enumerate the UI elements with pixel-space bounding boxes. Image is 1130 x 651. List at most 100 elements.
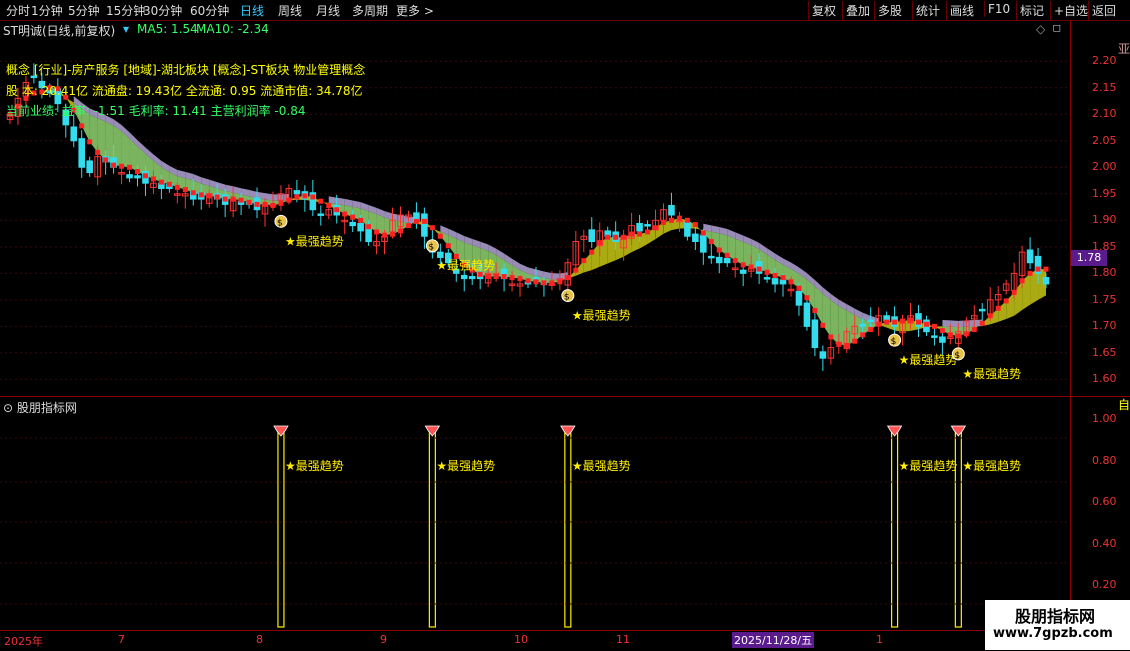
trend-dot (892, 319, 898, 325)
trend-dot (437, 233, 443, 239)
candle-body (437, 251, 444, 258)
signal-label: ★最强趋势 (962, 367, 1021, 381)
ma-band (1014, 280, 1023, 316)
trend-dot (916, 319, 922, 325)
ma-band-upper (328, 196, 337, 204)
trend-dot (222, 196, 228, 202)
trend-dot (876, 321, 882, 327)
period-tab[interactable]: 30分钟 (143, 2, 182, 19)
diamond-icon (886, 425, 903, 437)
candle-body (700, 234, 707, 253)
trend-dot (1027, 270, 1033, 276)
trend-dot (780, 275, 786, 281)
trend-dot (150, 176, 156, 182)
price-tick: 1.95 (1092, 186, 1117, 200)
trend-dot (828, 334, 834, 340)
trend-dot (947, 332, 953, 338)
period-tab[interactable]: 60分钟 (190, 2, 229, 19)
trend-dot (796, 285, 802, 291)
toolbar-button[interactable]: 叠加 (842, 1, 873, 20)
ma-band (998, 300, 1007, 322)
trend-dot (445, 243, 451, 249)
indicator-tick: 0.60 (1092, 495, 1117, 508)
trend-dot (87, 139, 93, 145)
trend-dot (820, 322, 826, 328)
trend-dot (103, 157, 109, 163)
trend-dot (246, 199, 252, 205)
toolbar-button[interactable]: +自选 (1050, 1, 1091, 20)
price-tick: 1.90 (1092, 213, 1117, 227)
period-tab[interactable]: 月线 (316, 2, 340, 19)
toolbar-button[interactable]: 复权 (808, 1, 839, 20)
candle-body (939, 336, 946, 343)
trend-dot (852, 338, 858, 344)
toolbar-button[interactable]: 标记 (1016, 1, 1047, 20)
collapse-icon[interactable]: ⊙ (3, 401, 17, 415)
period-tab[interactable]: 更多 > (396, 2, 434, 19)
trend-dot (79, 123, 85, 129)
trend-dot (605, 234, 611, 240)
candle-body (739, 269, 747, 274)
candle-body (779, 279, 787, 285)
diamond-icon (424, 425, 441, 437)
toolbar-button[interactable]: 多股 (874, 1, 905, 20)
period-tab[interactable]: 周线 (278, 2, 302, 19)
trend-dot (836, 341, 842, 347)
diamond-icon (950, 425, 967, 437)
trend-dot (668, 217, 674, 223)
trend-dot (119, 163, 125, 169)
indicator-signal-label: ★最强趋势 (572, 459, 631, 473)
candle-body (86, 160, 93, 174)
toolbar-button[interactable]: 返回 (1088, 1, 1119, 20)
indicator-name: 股朋指标网 (16, 401, 77, 415)
trend-dot (868, 327, 874, 333)
period-tab[interactable]: 日线 (240, 2, 264, 19)
trend-dot (931, 323, 937, 329)
price-tick: 2.15 (1092, 80, 1117, 94)
candle-body (468, 276, 476, 280)
period-tab[interactable]: 15分钟 (106, 2, 145, 19)
candle-body (70, 126, 78, 142)
trend-dot (708, 239, 714, 245)
pane-separator[interactable] (0, 396, 1130, 397)
side-panel-text[interactable]: 亚 (1118, 40, 1130, 57)
trend-dot (270, 202, 276, 208)
money-bag-glyph: $ (428, 243, 434, 253)
cursor-date: 2025/11/28/五 (732, 632, 815, 648)
date-tick: 10 (514, 633, 528, 646)
indicator-signal-label: ★最强趋势 (899, 459, 958, 473)
period-tab[interactable]: 多周期 (352, 2, 388, 19)
toolbar-button[interactable]: 画线 (946, 1, 977, 20)
trend-dot (286, 197, 292, 203)
trend-dot (581, 258, 587, 264)
trend-dot (621, 234, 627, 240)
trend-dot (158, 179, 164, 185)
trend-dot (358, 217, 364, 223)
indicator-title[interactable]: ⊙ 股朋指标网 (3, 399, 77, 416)
toolbar-button[interactable]: 统计 (912, 1, 943, 20)
trend-dot (95, 149, 101, 155)
trend-dot (190, 190, 196, 196)
price-tick: 1.70 (1092, 319, 1117, 333)
price-tick: 2.05 (1092, 133, 1117, 147)
date-tick: 7 (118, 633, 125, 646)
candle-body (134, 175, 141, 179)
candle-body (588, 229, 596, 243)
trend-dot (812, 307, 818, 313)
toolbar-button[interactable]: F10 (984, 1, 1013, 17)
trend-dot (1043, 266, 1049, 272)
price-tick: 2.10 (1092, 107, 1117, 121)
period-tab[interactable]: 5分钟 (68, 2, 100, 19)
candle-body (1042, 277, 1050, 285)
candle-body (723, 257, 731, 264)
trend-dot (700, 230, 706, 236)
period-tab[interactable]: 1分钟 (31, 2, 63, 19)
ma-band-upper (942, 320, 951, 327)
performance-line: 当前业绩: 益率: -1.51 毛利率: 11.41 主营利润率 -0.84 (6, 104, 306, 118)
period-tab[interactable]: 分时 (6, 2, 30, 19)
candle-body (460, 274, 468, 280)
candle-body (811, 319, 819, 349)
trend-dot (342, 211, 348, 217)
side-panel-text[interactable]: 自 (1118, 396, 1130, 413)
ma-band-upper (400, 215, 409, 223)
